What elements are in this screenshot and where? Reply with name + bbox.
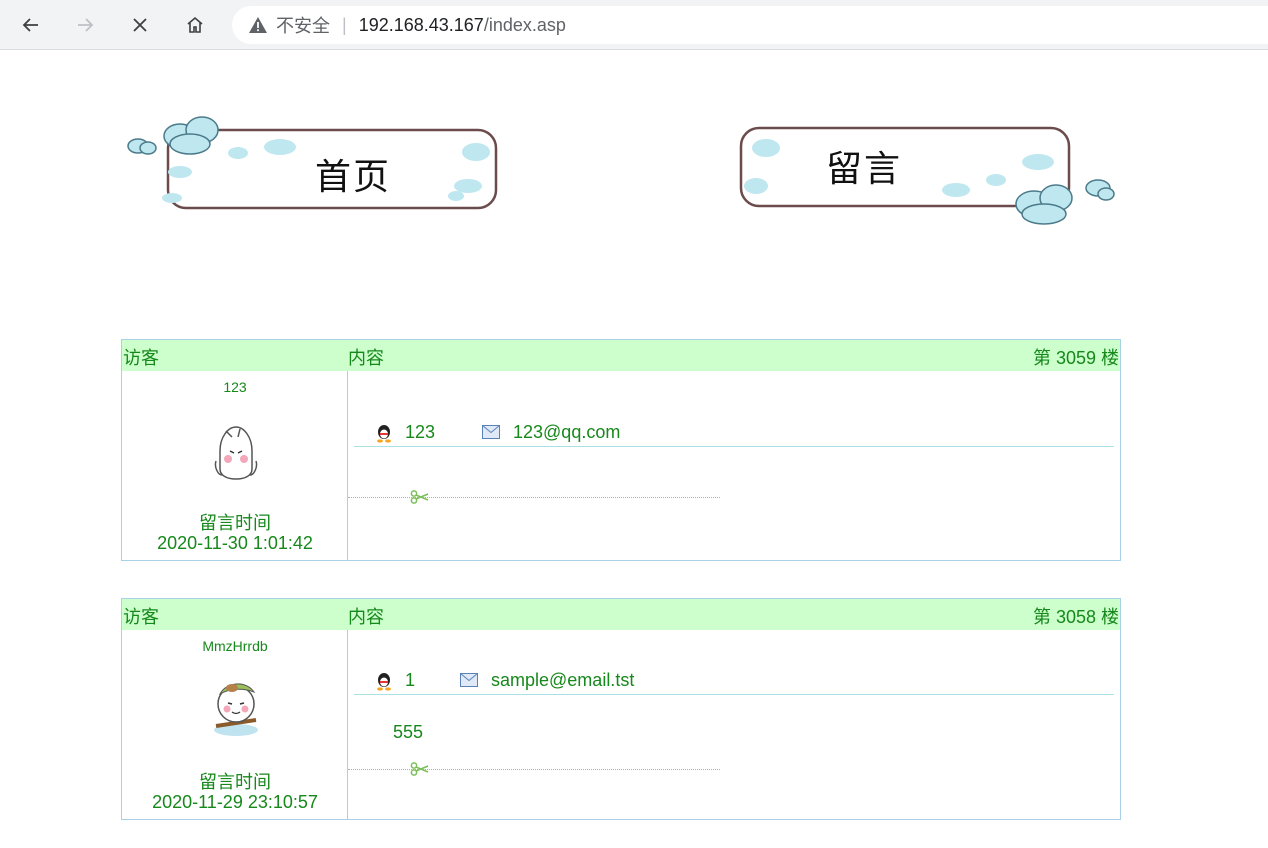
scissors-icon [410,490,429,504]
visitor-column: 123 留言时间 2020-11-30 1:01:42 [122,371,348,560]
address-bar[interactable]: 不安全 | 192.168.43.167/index.asp [232,6,1268,44]
message-post: 访客 内容 第 3058 楼 MmzHrrdb 留言时间 2020-11-29 … [121,598,1121,820]
contact-row: 1 sample@email.tst [354,669,1114,695]
message-text: 555 [393,722,424,742]
home-icon [187,16,203,33]
message-post: 访客 内容 第 3059 楼 123 留言时间 2020-11-30 1:01:… [121,339,1121,561]
cloud-banner-guestbook-icon [739,126,1115,225]
warning-icon[interactable] [248,15,268,35]
time-label: 留言时间 [199,513,271,533]
home-banner-link[interactable]: 首页 [120,100,500,215]
avatar-icon [214,683,258,736]
content-column: 1 sample@email.tst 555 [348,630,1120,819]
home-button[interactable] [179,9,211,41]
cloud-banner-home-icon [127,116,498,210]
visitor-column-header: 访客 [123,607,159,627]
floor-number: 第 3059 楼 [1032,348,1119,368]
address-separator: | [342,14,347,35]
browser-toolbar: 不安全 | 192.168.43.167/index.asp [0,0,1268,50]
message-header: 访客 内容 第 3059 楼 [122,340,1120,371]
message-body: 123 留言时间 2020-11-30 1:01:42 123 123@qq.c… [122,371,1120,560]
insecure-label: 不安全 [276,16,330,36]
time-label: 留言时间 [199,772,271,792]
content-column-header: 内容 [348,607,384,627]
qq-penguin-icon [377,425,391,443]
visitor-column-header: 访客 [123,348,159,368]
divider-line [348,497,720,498]
visitor-column: MmzHrrdb 留言时间 2020-11-29 23:10:57 [122,630,348,819]
visitor-name: 123 [223,379,247,395]
qq-number: 123 [405,422,436,442]
email-link[interactable]: sample@email.tst [491,670,634,691]
post-time: 2020-11-29 23:10:57 [152,792,318,812]
divider-line [348,769,720,770]
guestbook-banner-label: 留言 [826,149,903,190]
post-time: 2020-11-30 1:01:42 [157,533,313,553]
arrow-right-icon [78,18,94,32]
url-host: 192.168.43.167 [358,14,484,35]
qq-number: 1 [405,670,416,690]
back-button[interactable] [15,9,47,41]
forward-button[interactable] [69,9,101,41]
qq-penguin-icon [377,673,391,691]
home-banner-label: 首页 [315,157,392,198]
floor-number: 第 3058 楼 [1032,607,1119,627]
arrow-left-icon [22,18,38,32]
mail-icon [482,425,500,439]
stop-button[interactable] [124,9,156,41]
close-icon [133,18,147,32]
avatar-icon [214,426,258,480]
mail-icon [460,673,478,687]
content-column: 123 123@qq.com [348,371,1120,560]
guestbook-banner-link[interactable]: 留言 [738,118,1118,233]
visitor-name: MmzHrrdb [202,638,268,654]
message-body: MmzHrrdb 留言时间 2020-11-29 23:10:57 1 samp… [122,630,1120,819]
contact-row: 123 123@qq.com [354,421,1114,447]
scissors-icon [410,762,429,776]
message-header: 访客 内容 第 3058 楼 [122,599,1120,630]
url-path: /index.asp [483,14,566,35]
email-link[interactable]: 123@qq.com [513,422,620,443]
content-column-header: 内容 [348,348,384,368]
